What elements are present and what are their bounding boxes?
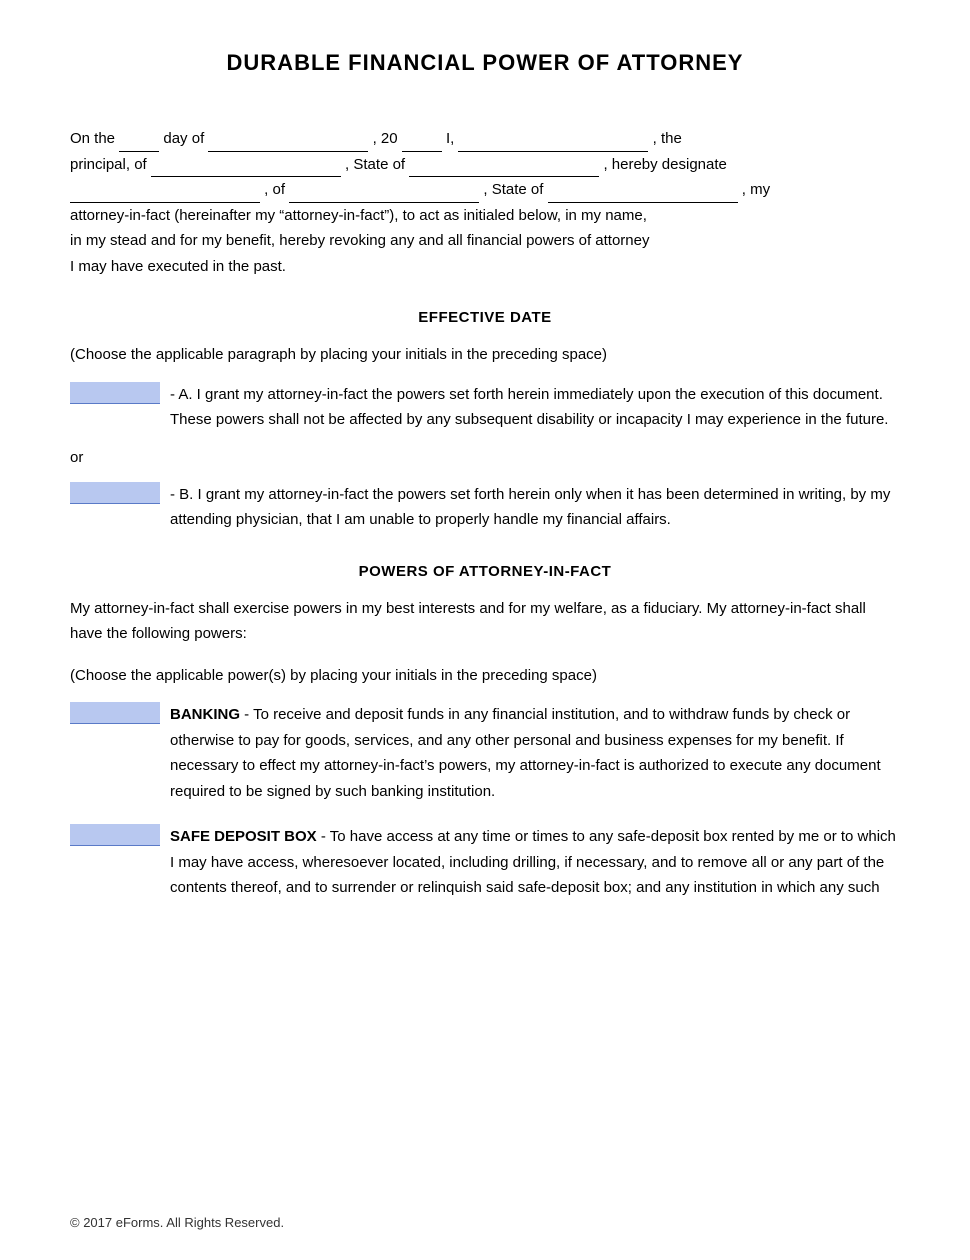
intro-the: , the xyxy=(653,130,682,147)
intro-principal-of: principal, of xyxy=(70,156,151,173)
intro-i: I, xyxy=(446,130,459,147)
option-a-initials-field[interactable] xyxy=(70,382,160,404)
option-b-text: - B. I grant my attorney-in-fact the pow… xyxy=(170,482,900,533)
or-text: or xyxy=(70,449,900,466)
powers-note: (Choose the applicable power(s) by placi… xyxy=(70,663,900,689)
principal-name-field[interactable] xyxy=(458,134,648,152)
attorney-state-field[interactable] xyxy=(548,185,738,203)
option-a-block: - A. I grant my attorney-in-fact the pow… xyxy=(70,382,900,433)
intro-my: , my xyxy=(742,181,770,198)
intro-state-of-2: , State of xyxy=(483,181,547,198)
option-b-block: - B. I grant my attorney-in-fact the pow… xyxy=(70,482,900,533)
intro-on-the: On the xyxy=(70,130,115,147)
intro-state-of: , State of xyxy=(345,156,409,173)
document-title: DURABLE FINANCIAL POWER OF ATTORNEY xyxy=(70,50,900,76)
banking-text: BANKING - To receive and deposit funds i… xyxy=(170,702,900,804)
intro-day-of: day of xyxy=(163,130,208,147)
footer-text: © 2017 eForms. All Rights Reserved. xyxy=(70,1215,284,1230)
option-b-initials-field[interactable] xyxy=(70,482,160,504)
effective-date-title: EFFECTIVE DATE xyxy=(70,309,900,326)
powers-section-title: POWERS OF ATTORNEY-IN-FACT xyxy=(70,563,900,580)
year-field[interactable] xyxy=(402,134,442,152)
effective-date-note: (Choose the applicable paragraph by plac… xyxy=(70,342,900,368)
intro-paragraph: On the day of , 20 I, , the principal, o… xyxy=(70,126,900,279)
principal-address-field[interactable] xyxy=(151,159,341,177)
banking-label: BANKING xyxy=(170,706,240,723)
banking-block: BANKING - To receive and deposit funds i… xyxy=(70,702,900,804)
intro-line6: I may have executed in the past. xyxy=(70,258,286,275)
safe-deposit-label: SAFE DEPOSIT BOX xyxy=(170,828,317,845)
option-a-text: - A. I grant my attorney-in-fact the pow… xyxy=(170,382,900,433)
safe-deposit-block: SAFE DEPOSIT BOX - To have access at any… xyxy=(70,824,900,901)
intro-of: , of xyxy=(264,181,289,198)
intro-line4: attorney-in-fact (hereinafter my “attorn… xyxy=(70,207,647,224)
safe-deposit-initials-field[interactable] xyxy=(70,824,160,846)
intro-line5: in my stead and for my benefit, hereby r… xyxy=(70,232,650,249)
attorney-name-field[interactable] xyxy=(70,185,260,203)
safe-deposit-text: SAFE DEPOSIT BOX - To have access at any… xyxy=(170,824,900,901)
intro-year-prefix: , 20 xyxy=(373,130,398,147)
intro-hereby-designate: , hereby designate xyxy=(603,156,726,173)
banking-initials-field[interactable] xyxy=(70,702,160,724)
date-field[interactable] xyxy=(208,134,368,152)
footer: © 2017 eForms. All Rights Reserved. xyxy=(70,1215,284,1230)
banking-description: - To receive and deposit funds in any fi… xyxy=(170,706,881,800)
day-field[interactable] xyxy=(119,134,159,152)
principal-state-field[interactable] xyxy=(409,159,599,177)
attorney-address-field[interactable] xyxy=(289,185,479,203)
powers-intro: My attorney-in-fact shall exercise power… xyxy=(70,596,900,647)
